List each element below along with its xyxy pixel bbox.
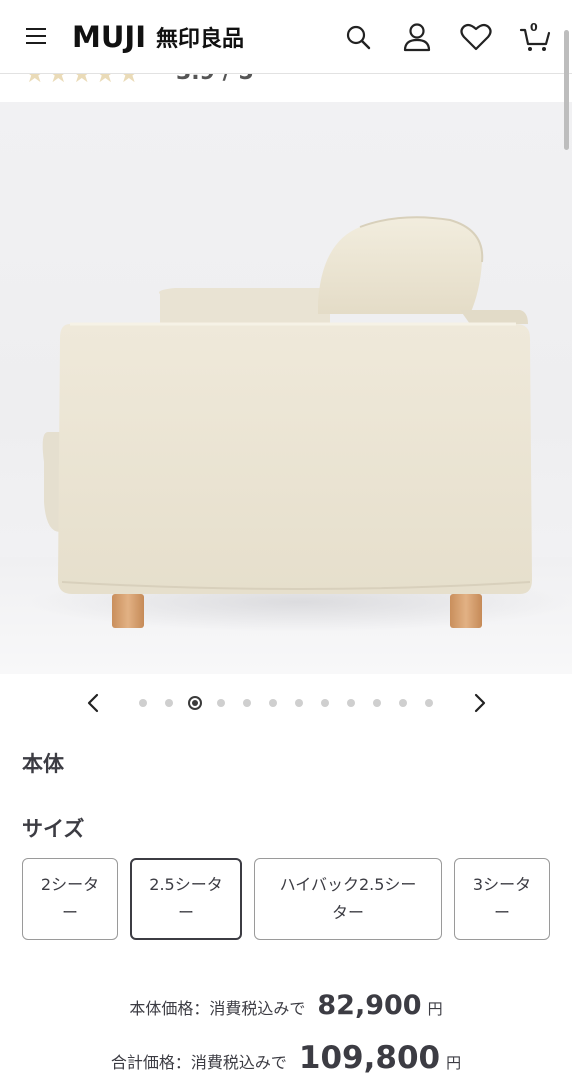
- size-option-line2: ー: [61, 903, 78, 922]
- total-price-value: 109,800: [298, 1040, 441, 1076]
- carousel-dot[interactable]: [217, 699, 225, 707]
- logo-text-en: MUJI: [72, 20, 146, 54]
- product-image[interactable]: [0, 102, 572, 674]
- size-option-line2: ター: [331, 903, 364, 922]
- carousel-dot-active[interactable]: [188, 696, 202, 710]
- body-price: 本体価格：消費税込みで 82,900 円: [0, 990, 572, 1021]
- next-image-arrow-icon[interactable]: [465, 686, 495, 720]
- carousel-dot[interactable]: [321, 699, 329, 707]
- rating-peek: ★★★★★ 3.9 / 5: [0, 74, 572, 102]
- size-option-highback-2-5-seater[interactable]: ハイバック2.5シー ター: [254, 858, 442, 940]
- body-price-label: 本体価格：消費税込みで: [129, 999, 306, 1018]
- rating-score: 3.9 / 5: [176, 74, 254, 85]
- body-price-value: 82,900: [317, 990, 422, 1021]
- total-price-unit: 円: [446, 1054, 462, 1072]
- size-option-line2: ー: [493, 903, 510, 922]
- carousel-dot[interactable]: [399, 699, 407, 707]
- size-option-3-seater[interactable]: 3シーター: [454, 858, 550, 940]
- account-icon[interactable]: [400, 20, 434, 54]
- carousel-dot[interactable]: [165, 699, 173, 707]
- sofa-illustration: [30, 216, 570, 632]
- favorite-heart-icon[interactable]: [459, 20, 493, 54]
- size-option-label: ハイバック2.5シー ター: [280, 871, 417, 927]
- size-section-title: サイズ: [22, 817, 85, 841]
- size-option-2-seater[interactable]: 2シーター: [22, 858, 118, 940]
- carousel-dot[interactable]: [243, 699, 251, 707]
- image-carousel-nav: [0, 686, 572, 720]
- carousel-dot[interactable]: [347, 699, 355, 707]
- logo-text-jp: 無印良品: [156, 27, 245, 52]
- carousel-dot[interactable]: [269, 699, 277, 707]
- search-icon[interactable]: [341, 20, 375, 54]
- rating-stars: ★★★★★: [24, 74, 142, 88]
- size-option-label: 3シーター: [473, 871, 531, 927]
- scrollbar[interactable]: [564, 30, 569, 150]
- site-header: MUJI 無印良品 0: [0, 0, 572, 74]
- carousel-dot[interactable]: [295, 699, 303, 707]
- body-price-unit: 円: [427, 1000, 443, 1018]
- carousel-dots: [130, 686, 442, 720]
- size-option-line1: ハイバック2.5シー: [279, 875, 417, 894]
- cart-count-badge: 0: [530, 21, 538, 34]
- total-price: 合計価格：消費税込みで 109,800 円: [0, 1040, 572, 1076]
- carousel-dot[interactable]: [425, 699, 433, 707]
- size-option-line1: 3シータ: [472, 875, 532, 894]
- prev-image-arrow-icon[interactable]: [78, 686, 108, 720]
- size-option-line1: 2シータ: [40, 875, 100, 894]
- size-option-label: 2.5シーター: [149, 871, 222, 927]
- body-section-title: 本体: [22, 752, 64, 776]
- size-option-line2: ー: [177, 903, 194, 922]
- cart-icon[interactable]: 0: [518, 20, 552, 54]
- hamburger-menu-icon[interactable]: [26, 28, 48, 46]
- size-option-2-5-seater[interactable]: 2.5シーター: [130, 858, 242, 940]
- muji-logo[interactable]: MUJI 無印良品: [72, 20, 244, 54]
- carousel-dot[interactable]: [373, 699, 381, 707]
- total-price-label: 合計価格：消費税込みで: [110, 1053, 287, 1072]
- size-option-label: 2シーター: [41, 871, 99, 927]
- size-option-line1: 2.5シータ: [149, 875, 223, 894]
- carousel-dot[interactable]: [139, 699, 147, 707]
